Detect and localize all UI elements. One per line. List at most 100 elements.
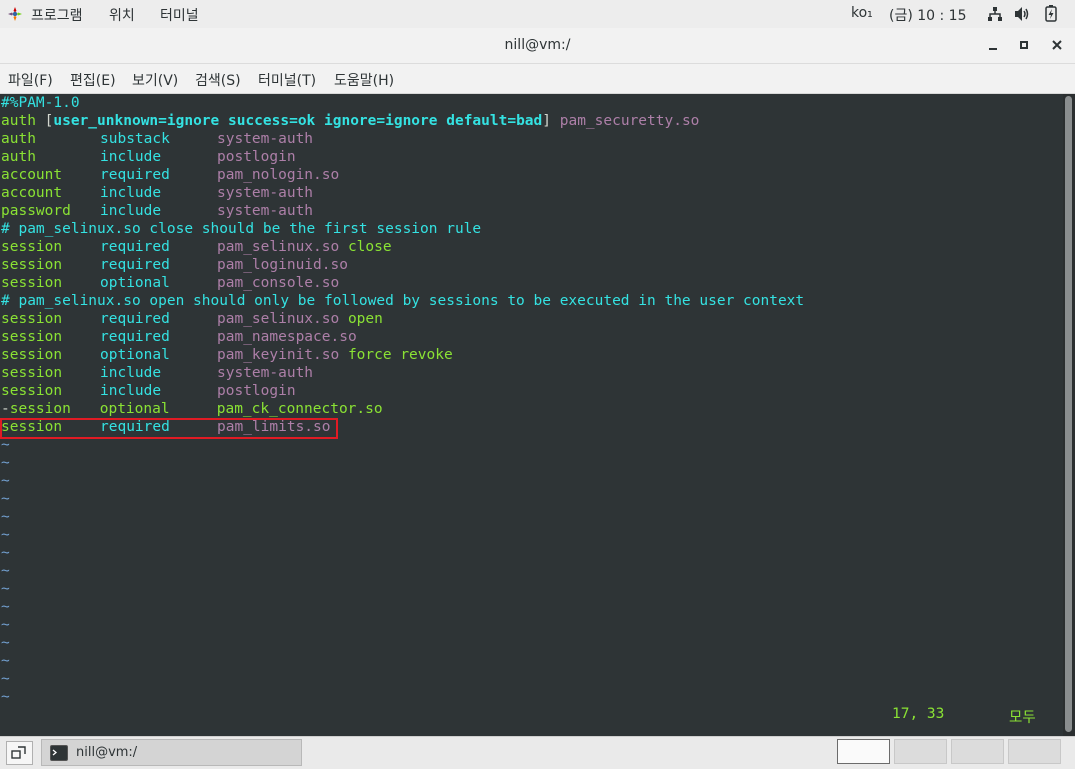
config-line: session optional pam_keyinit.so force revo…	[1, 346, 453, 364]
network-icon[interactable]	[987, 6, 1003, 26]
line-type: session	[1, 383, 63, 399]
tilde-marker: ~	[1, 617, 10, 633]
line-control: include	[100, 203, 162, 219]
show-desktop-icon[interactable]	[6, 741, 33, 765]
minimize-button[interactable]	[987, 38, 999, 52]
tilde-marker: ~	[1, 653, 10, 669]
header-comment: #%PAM-1.0	[1, 95, 80, 111]
config-line: session optional pam_console.so	[1, 274, 339, 292]
line-control: required	[100, 329, 170, 345]
workspace-3[interactable]	[951, 739, 1004, 764]
workspace-4[interactable]	[1008, 739, 1061, 764]
taskbar-window-button[interactable]: nill@vm:/	[41, 739, 302, 766]
line-type: session	[1, 275, 63, 291]
scrollbar-thumb[interactable]	[1065, 96, 1072, 732]
line-type: account	[1, 167, 63, 183]
applications-icon[interactable]	[8, 7, 22, 25]
scroll-position: 모두	[1009, 710, 1036, 726]
workspace-1[interactable]	[837, 739, 890, 764]
clock[interactable]: (금) 10 : 15	[889, 5, 967, 25]
tilde-marker: ~	[1, 491, 10, 507]
line-module: pam_namespace.so	[217, 329, 357, 345]
close-button[interactable]	[1051, 38, 1063, 52]
tilde-marker: ~	[1, 527, 10, 543]
line-args: force revoke	[347, 347, 453, 363]
tilde-marker: ~	[1, 563, 10, 579]
config-line: session include system-auth	[1, 364, 313, 382]
config-line: session required pam_selinux.so open	[1, 310, 383, 328]
menu-file[interactable]: 파일(F)	[8, 70, 53, 90]
tilde-marker: ~	[1, 509, 10, 525]
line-module: pam_keyinit.so	[217, 347, 340, 363]
line-control: optional	[99, 401, 170, 417]
applications-menu[interactable]: 프로그램	[31, 5, 83, 25]
line-type: session	[1, 311, 63, 327]
menu-help[interactable]: 도움말(H)	[334, 70, 394, 90]
line-control: include	[100, 149, 162, 165]
line-type: session	[1, 347, 63, 363]
auth-bracket-line: auth [user_unknown=ignore success=ok ign…	[1, 112, 699, 130]
comment-line: # pam_selinux.so close should be the fir…	[1, 221, 482, 237]
line-type: account	[1, 185, 63, 201]
tilde-marker: ~	[1, 671, 10, 687]
places-menu[interactable]: 위치	[109, 5, 135, 25]
line-module: system-auth	[217, 203, 314, 219]
config-line: session required pam_loginuid.so	[1, 256, 348, 274]
line-module: pam_nologin.so	[217, 167, 340, 183]
config-line: auth substack system-auth	[1, 130, 313, 148]
tilde-marker: ~	[1, 473, 10, 489]
line-module: system-auth	[217, 365, 314, 381]
bracket-close: ]	[542, 113, 551, 129]
line-control: optional	[100, 275, 170, 291]
terminal-view[interactable]: #%PAM-1.0 auth [user_unknown=ignore succ…	[0, 94, 1063, 736]
tilde-marker: ~	[1, 689, 10, 705]
line-type: password	[1, 203, 71, 219]
line-module: pam_selinux.so	[217, 239, 340, 255]
tilde-marker: ~	[1, 581, 10, 597]
line-args: open	[347, 311, 383, 327]
menu-terminal[interactable]: 터미널(T)	[258, 70, 316, 90]
menu-view[interactable]: 보기(V)	[132, 70, 178, 90]
maximize-button[interactable]	[1018, 38, 1030, 52]
menu-search[interactable]: 검색(S)	[195, 70, 241, 90]
line-args: close	[347, 239, 392, 255]
line-control: user_unknown=ignore success=ok ignore=ig…	[53, 113, 543, 129]
top-panel: 프로그램 위치 터미널 ko₁ (금) 10 : 15	[0, 0, 1075, 29]
config-line: session required pam_namespace.so	[1, 328, 357, 346]
line-control: optional	[100, 347, 170, 363]
line-module: pam_ck_connector.so	[216, 401, 383, 417]
window-titlebar[interactable]: nill@vm:/	[0, 28, 1075, 64]
terminal-app-menu[interactable]: 터미널	[160, 5, 199, 25]
scrollbar[interactable]	[1063, 94, 1075, 736]
line-control: required	[100, 311, 170, 327]
config-line: account required pam_nologin.so	[1, 166, 339, 184]
line-type: session	[1, 365, 63, 381]
line-type: auth	[1, 149, 36, 165]
menubar: 파일(F) 편집(E) 보기(V) 검색(S) 터미널(T) 도움말(H)	[0, 64, 1075, 94]
battery-icon[interactable]	[1045, 5, 1057, 26]
line-module: pam_console.so	[217, 275, 340, 291]
workspace-2[interactable]	[894, 739, 947, 764]
line-module: postlogin	[217, 149, 296, 165]
volume-icon[interactable]	[1014, 6, 1031, 26]
window-title: nill@vm:/	[504, 37, 571, 53]
input-method-indicator[interactable]: ko₁	[851, 5, 873, 21]
line-module: pam_selinux.so	[217, 311, 340, 327]
line-control: include	[100, 185, 162, 201]
line-module: system-auth	[217, 185, 314, 201]
config-line: session required pam_selinux.so close	[1, 238, 392, 256]
line-type: session	[9, 401, 71, 417]
config-line: -session optional pam_ck_connector.so	[1, 400, 383, 418]
line-type: auth	[1, 131, 36, 147]
line-prefix: -	[1, 401, 10, 417]
line-type: session	[1, 239, 63, 255]
line-control: required	[100, 257, 170, 273]
tilde-marker: ~	[1, 455, 10, 471]
taskbar: nill@vm:/	[0, 736, 1075, 769]
line-module: pam_loginuid.so	[217, 257, 348, 273]
menu-edit[interactable]: 편집(E)	[70, 70, 116, 90]
line-control: required	[100, 167, 170, 183]
line-type: session	[1, 257, 63, 273]
config-line: account include system-auth	[1, 184, 313, 202]
line-control: substack	[100, 131, 170, 147]
